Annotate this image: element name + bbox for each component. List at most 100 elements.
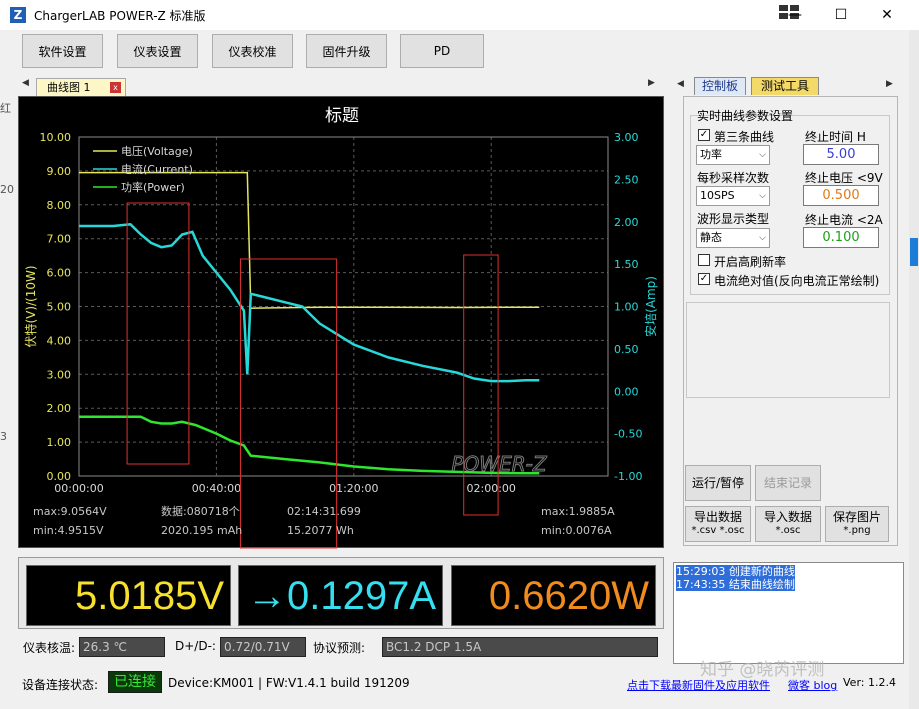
chevron-down-icon: ⌵ <box>759 191 766 201</box>
legend-label: 电流(Current) <box>121 162 193 176</box>
meter-settings-button[interactable]: 仪表设置 <box>117 34 198 68</box>
x-tick-label: 00:00:00 <box>54 482 103 495</box>
third-curve-checkbox[interactable]: ✓ <box>698 129 710 141</box>
end-record-button[interactable]: 结束记录 <box>755 465 821 501</box>
sps-select[interactable]: 10SPS ⌵ <box>696 186 770 206</box>
export-data-button[interactable]: 导出数据 *.csv *.osc <box>685 506 751 542</box>
wave-type-select-value: 静态 <box>700 231 722 244</box>
y-right-tick-label: -1.00 <box>614 470 642 483</box>
stat-max-voltage: max:9.0564V <box>33 505 107 518</box>
save-sub: *.png <box>843 525 871 536</box>
legend-label: 电压(Voltage) <box>121 145 193 158</box>
app-logo-icon: Z <box>10 7 26 23</box>
protocol-value: BC1.2 DCP 1.5A <box>382 637 658 657</box>
tab-control-panel[interactable]: 控制板 <box>694 77 746 95</box>
legend-label: 功率(Power) <box>121 180 185 194</box>
tab-test-tools[interactable]: 测试工具 <box>751 77 819 95</box>
end-voltage-label: 终止电压 <9V <box>805 171 883 185</box>
stat-mah: 2020.195 mAh <box>161 524 242 537</box>
window-scrollbar[interactable] <box>909 30 919 709</box>
abs-current-checkbox[interactable]: ✓ <box>698 273 710 285</box>
chevron-down-icon: ⌵ <box>759 150 766 160</box>
series-line <box>79 222 540 383</box>
x-tick-label: 02:00:00 <box>467 482 516 495</box>
highlight-box <box>126 202 190 465</box>
end-time-input[interactable]: 5.00 <box>803 144 879 165</box>
stat-min-current: min:0.0076A <box>541 524 612 537</box>
scrollbar-thumb[interactable] <box>910 238 918 266</box>
current-readout: →0.1297A <box>238 565 443 626</box>
abs-current-label: 电流绝对值(反向电流正常绘制) <box>714 274 880 288</box>
y-right-tick-label: 2.50 <box>614 173 639 186</box>
y-right-tick-label: 1.00 <box>614 301 639 314</box>
y-right-tick-label: -0.50 <box>614 428 642 441</box>
y-right-tick-label: 0.00 <box>614 385 639 398</box>
stat-min-voltage: min:4.9515V <box>33 524 104 537</box>
edge-text: 红 <box>0 102 11 115</box>
stat-max-current: max:1.9885A <box>541 505 615 518</box>
export-title: 导出数据 <box>693 510 742 524</box>
chart-svg: 标题 10.00 9.00 8.00 7.00 6.00 5.00 4.00 3.00 2.00 1… <box>23 106 658 549</box>
meter-calibration-button[interactable]: 仪表校准 <box>212 34 293 68</box>
third-curve-select[interactable]: 功率 ⌵ <box>696 145 770 165</box>
sps-select-value: 10SPS <box>700 189 735 202</box>
watermark: 知乎 @晓芮评测 <box>700 660 825 680</box>
event-log[interactable]: 15:29:03 创建新的曲线 17:43:35 结束曲线绘制 <box>673 562 904 664</box>
y-left-tick-label: 10.00 <box>40 131 72 144</box>
protocol-label: 协议预测: <box>313 641 366 655</box>
save-image-button[interactable]: 保存图片 *.png <box>825 506 889 542</box>
y-left-tick-label: 8.00 <box>47 199 72 212</box>
temp-value: 26.3 ℃ <box>79 637 165 657</box>
y-right-tick-label: 1.50 <box>614 258 639 271</box>
end-current-label: 终止电流 <2A <box>805 213 883 227</box>
dpdm-label: D+/D-: <box>175 639 216 653</box>
dpdm-value: 0.72/0.71V <box>220 637 306 657</box>
connection-label: 设备连接状态: <box>22 678 99 692</box>
stat-wh: 15.2077 Wh <box>287 524 354 537</box>
empty-panel-area <box>686 302 890 398</box>
firmware-upgrade-button[interactable]: 固件升级 <box>306 34 387 68</box>
curve-settings-title: 实时曲线参数设置 <box>697 109 794 123</box>
device-info: Device:KM001 | FW:V1.4.1 build 191209 <box>168 676 410 690</box>
end-current-input[interactable]: 0.100 <box>803 227 879 248</box>
sps-label: 每秒采样次数 <box>697 171 770 185</box>
maximize-button[interactable]: ☐ <box>818 0 864 30</box>
import-data-button[interactable]: 导入数据 *.osc <box>755 506 821 542</box>
export-sub: *.csv *.osc <box>691 525 745 536</box>
edge-text: 20 <box>0 183 14 196</box>
y-right-tick-label: 3.00 <box>614 131 639 144</box>
third-curve-select-value: 功率 <box>700 148 722 161</box>
version-label: Ver: 1.2.4 <box>843 676 896 689</box>
import-title: 导入数据 <box>763 510 812 524</box>
window-title: ChargerLAB POWER-Z 标准版 <box>34 8 206 23</box>
minimize-button[interactable]: — <box>772 0 818 30</box>
tab-scroll-left-icon[interactable]: ◀ <box>22 78 29 88</box>
chart-panel: 标题 10.00 9.00 8.00 7.00 6.00 5.00 4.00 3.00 2.00 1… <box>18 96 664 549</box>
wave-type-select[interactable]: 静态 ⌵ <box>696 228 770 248</box>
chevron-down-icon: ⌵ <box>759 233 766 243</box>
log-line: 17:43:35 结束曲线绘制 <box>676 578 795 591</box>
save-title: 保存图片 <box>832 510 881 524</box>
high-refresh-label: 开启高刷新率 <box>714 255 787 269</box>
tab-close-icon[interactable]: x <box>110 82 121 93</box>
run-pause-button[interactable]: 运行/暂停 <box>685 465 751 501</box>
software-settings-button[interactable]: 软件设置 <box>22 34 103 68</box>
tab-scroll-right-icon[interactable]: ▶ <box>648 78 655 88</box>
y-left-tick-label: 2.00 <box>47 402 72 415</box>
right-tab-right-icon[interactable]: ▶ <box>886 79 893 89</box>
high-refresh-checkbox[interactable] <box>698 254 710 266</box>
close-button[interactable]: ✕ <box>864 0 910 30</box>
y-left-tick-label: 7.00 <box>47 233 72 246</box>
y-left-tick-label: 3.00 <box>47 368 72 381</box>
wave-type-label: 波形显示类型 <box>697 212 770 226</box>
power-readout: 0.6620W <box>451 565 656 626</box>
y-left-tick-label: 6.00 <box>47 267 72 280</box>
end-voltage-input[interactable]: 0.500 <box>803 185 879 206</box>
voltage-readout: 5.0185V <box>26 565 231 626</box>
y-right-tick-label: 2.00 <box>614 216 639 229</box>
y-left-tick-label: 5.00 <box>47 301 72 314</box>
right-tab-left-icon[interactable]: ◀ <box>677 79 684 89</box>
chart-title: 标题 <box>325 106 359 126</box>
pd-button[interactable]: PD <box>400 34 484 68</box>
y-right-axis-label: 安培(Amp) <box>643 276 658 337</box>
